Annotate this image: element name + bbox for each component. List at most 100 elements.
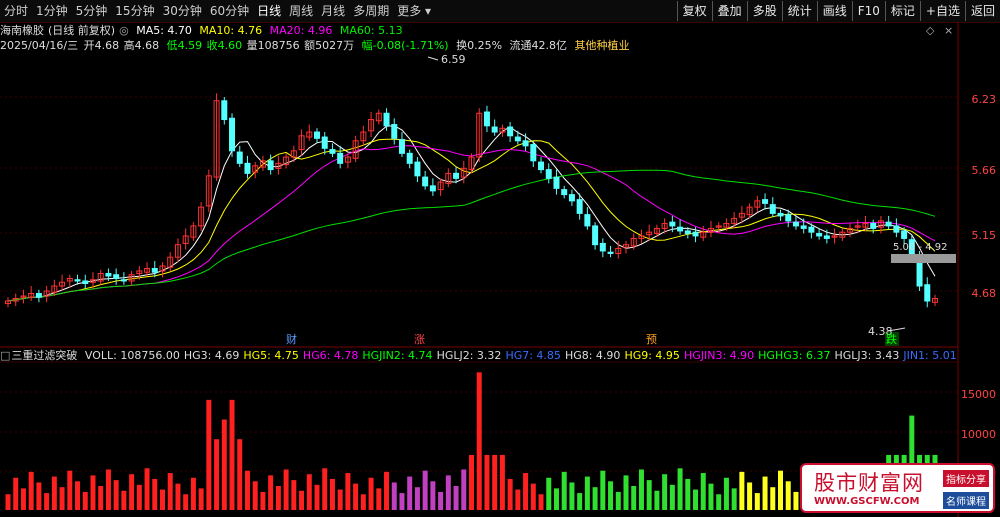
volume-bar	[700, 473, 706, 510]
volume-bar	[476, 372, 482, 510]
volume-bar	[538, 494, 544, 510]
volume-bar	[638, 469, 644, 510]
candle-body	[422, 176, 429, 187]
volume-bar	[407, 476, 413, 510]
volume-bar	[206, 399, 212, 510]
volume-bar	[82, 491, 88, 510]
volume-bar	[36, 482, 42, 510]
volume-bar	[167, 473, 173, 510]
volume-bar	[360, 494, 366, 510]
volume-bar	[677, 468, 683, 510]
volume-bar	[237, 439, 243, 510]
volume-bar	[461, 469, 467, 510]
candle-body	[607, 251, 614, 254]
volume-bar	[75, 481, 81, 510]
candle-body	[538, 161, 545, 171]
candle-body	[229, 117, 236, 152]
candle-body	[561, 189, 568, 196]
candle-body	[584, 214, 591, 227]
volume-bar	[685, 478, 691, 510]
volume-bar	[530, 483, 536, 510]
candle-body	[314, 131, 320, 139]
candle-body	[677, 226, 684, 232]
candle-body	[236, 151, 243, 164]
volume-bar	[214, 439, 220, 510]
candle-body	[120, 279, 127, 282]
volume-bar	[391, 482, 397, 510]
volume-bar	[260, 491, 266, 510]
volume-bar	[469, 454, 474, 510]
volume-bar	[299, 490, 305, 510]
high-price-marker: 6.59	[441, 53, 466, 66]
watermark-badge-course: 名师课程	[943, 492, 989, 509]
volume-bar	[561, 471, 567, 510]
volume-bar	[785, 481, 791, 510]
candle-body	[885, 221, 892, 227]
volume-bar	[770, 487, 776, 510]
watermark-logo[interactable]: 股市财富网 WWW.GSCFW.COM 指标分享 名师课程	[800, 463, 995, 513]
volume-bar	[422, 470, 428, 510]
candle-body	[491, 126, 498, 133]
volume-bar	[183, 494, 189, 510]
kline-chart[interactable]: 6.23 5.66 5.15 4.68 15000 10000 5000 6.5…	[0, 0, 1000, 517]
volume-bar	[778, 470, 783, 510]
volume-bar	[492, 454, 498, 510]
candle-body	[113, 274, 120, 279]
volume-bar	[445, 475, 451, 510]
candle-body	[808, 226, 815, 233]
volume-bar	[337, 489, 343, 510]
volume-bar	[129, 474, 135, 510]
candle-body	[514, 136, 521, 142]
volume-bar	[747, 482, 753, 510]
volume-bar	[662, 474, 668, 510]
volume-bar	[353, 483, 359, 510]
volume-bar	[59, 487, 65, 510]
volume-bar	[569, 482, 575, 510]
volume-bar	[615, 491, 621, 510]
volume-bar	[329, 478, 335, 510]
candle-body	[669, 221, 676, 227]
volume-bar	[283, 469, 289, 510]
volume-bar	[244, 470, 250, 510]
volume-bar	[268, 475, 274, 510]
candle-body	[893, 225, 900, 233]
volume-bar	[105, 469, 111, 510]
candle-body	[74, 279, 81, 282]
volume-axis-label: 10000	[961, 428, 996, 441]
candle-body	[507, 126, 514, 137]
volume-bar	[190, 477, 196, 510]
volume-bar	[51, 476, 57, 510]
event-mark-forecast[interactable]: 预	[646, 333, 657, 346]
candle-body	[522, 140, 529, 147]
candle-body	[244, 162, 251, 174]
volume-bar	[28, 471, 34, 510]
volume-bar	[592, 487, 598, 510]
volume-bar	[507, 478, 513, 510]
volume-bar	[136, 484, 142, 510]
candle-body	[453, 172, 460, 179]
candle-body	[870, 222, 877, 229]
volume-bar	[631, 486, 637, 510]
event-mark-down[interactable]: 跌	[886, 332, 897, 346]
range-highlight	[891, 254, 956, 263]
volume-bar	[669, 484, 675, 510]
volume-bar	[723, 477, 729, 510]
watermark-name: 股市财富网	[814, 471, 924, 495]
candle-body	[35, 293, 42, 298]
candle-body	[769, 204, 776, 214]
candle-body	[823, 235, 830, 239]
volume-bar	[291, 480, 297, 510]
event-mark-up[interactable]: 涨	[414, 333, 425, 346]
volume-bar	[322, 468, 328, 510]
watermark-badge-indicator: 指标分享	[943, 470, 989, 487]
event-mark-fin[interactable]: 财	[286, 332, 297, 346]
candle-body	[429, 185, 436, 192]
candle-body	[82, 280, 89, 284]
volume-bar	[754, 493, 760, 510]
volume-bar	[438, 491, 444, 510]
candle-body	[267, 160, 274, 171]
volume-bar	[716, 494, 722, 510]
candle-body	[924, 284, 931, 302]
volume-bar	[44, 493, 50, 510]
ma60-line	[7, 169, 936, 302]
